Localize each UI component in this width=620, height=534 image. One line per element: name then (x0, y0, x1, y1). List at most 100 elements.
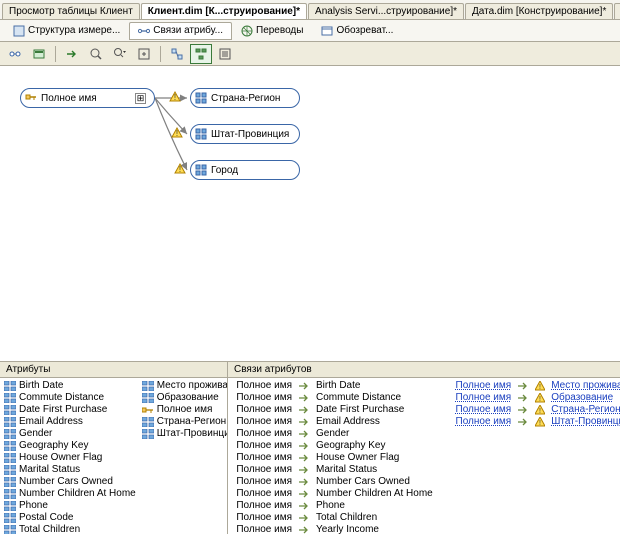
subtab-translations[interactable]: Переводы (232, 22, 312, 40)
svg-text:!: ! (539, 384, 541, 391)
doc-tab-4[interactable]: Adventure Wo...труирование]* (614, 3, 620, 19)
zoom-button[interactable] (85, 44, 107, 64)
relation-from: Полное имя (232, 404, 292, 415)
doc-tab-2[interactable]: Analysis Servi...струирование]* (308, 3, 464, 19)
attribute-item[interactable]: Полное имя (142, 404, 227, 416)
warning-icon: ! (535, 381, 545, 391)
relation-row[interactable]: Полное имяDate First Purchase (232, 404, 443, 416)
attribute-item[interactable]: Number Cars Owned (4, 476, 136, 488)
relation-icon (138, 25, 150, 37)
attribute-item[interactable]: Место проживания (142, 380, 227, 392)
relation-row[interactable]: Полное имяEmail Address (232, 416, 443, 428)
layout-button[interactable] (166, 44, 188, 64)
attribute-item[interactable]: Postal Code (4, 512, 136, 524)
relation-to: Commute Distance (316, 392, 443, 403)
subtab-browser[interactable]: Обозреват... (312, 22, 402, 40)
relation-row[interactable]: Полное имяMarital Status (232, 464, 443, 476)
subtab-attribute-relations[interactable]: Связи атрибу... (129, 22, 232, 40)
canvas-connectors: ! ! ! (0, 66, 620, 362)
show-list-button[interactable] (214, 44, 236, 64)
zoom-dropdown-button[interactable] (109, 44, 131, 64)
process-button[interactable] (28, 44, 50, 64)
arrow-icon (298, 514, 310, 522)
attribute-item[interactable]: Страна-Регион (142, 416, 227, 428)
new-relation-button[interactable] (4, 44, 26, 64)
node-city[interactable]: Город (190, 160, 300, 180)
attribute-icon (4, 429, 16, 439)
attribute-icon (4, 513, 16, 523)
relation-to: Yearly Income (316, 524, 443, 534)
attribute-label: Commute Distance (19, 392, 104, 403)
relation-row[interactable]: Полное имя!Штат-Провинция (451, 416, 620, 428)
attribute-item[interactable]: Birth Date (4, 380, 136, 392)
relation-from: Полное имя (232, 428, 292, 439)
arrow-icon (298, 442, 310, 450)
relation-row[interactable]: Полное имяBirth Date (232, 380, 443, 392)
relation-row[interactable]: Полное имяPhone (232, 500, 443, 512)
attribute-item[interactable]: Geography Key (4, 440, 136, 452)
arrow-icon (298, 502, 310, 510)
svg-text:!: ! (539, 396, 541, 403)
doc-tab-0[interactable]: Просмотр таблицы Клиент (2, 3, 140, 19)
attribute-label: Marital Status (19, 464, 80, 475)
node-state-province[interactable]: Штат-Провинция (190, 124, 300, 144)
attribute-item[interactable]: Number Children At Home (4, 488, 136, 500)
relation-row[interactable]: Полное имяNumber Cars Owned (232, 476, 443, 488)
attributes-pane-header: Атрибуты (0, 362, 227, 378)
relation-from: Полное имя (232, 440, 292, 451)
relation-row[interactable]: Полное имяNumber Children At Home (232, 488, 443, 500)
relation-from: Полное имя (232, 380, 292, 391)
arrow-icon (298, 466, 310, 474)
node-country-region[interactable]: Страна-Регион (190, 88, 300, 108)
attribute-icon (4, 381, 16, 391)
relation-row[interactable]: Полное имяCommute Distance (232, 392, 443, 404)
attribute-item[interactable]: Marital Status (4, 464, 136, 476)
attribute-label: House Owner Flag (19, 452, 102, 463)
relations-pane: Связи атрибутов Полное имяBirth DateПолн… (228, 362, 620, 534)
arrow-icon (298, 394, 310, 402)
subtab-structure[interactable]: Структура измере... (4, 22, 129, 40)
attribute-item[interactable]: Образование (142, 392, 227, 404)
attribute-label: Number Children At Home (19, 488, 136, 499)
attribute-label: Number Cars Owned (19, 476, 113, 487)
relation-row[interactable]: Полное имя!Образование (451, 392, 620, 404)
relation-row[interactable]: Полное имяTotal Children (232, 512, 443, 524)
relation-to: Gender (316, 428, 443, 439)
attribute-item[interactable]: Total Children (4, 524, 136, 534)
attribute-item[interactable]: Date First Purchase (4, 404, 136, 416)
attribute-icon (195, 128, 207, 140)
attribute-item[interactable]: Phone (4, 500, 136, 512)
attribute-item[interactable]: Email Address (4, 416, 136, 428)
relation-from: Полное имя (232, 512, 292, 523)
arrow-icon (298, 526, 310, 534)
node-full-name[interactable]: Полное имя ⊞ (20, 88, 155, 108)
relation-row[interactable]: Полное имя!Место проживания (451, 380, 620, 392)
relations-pane-body[interactable]: Полное имяBirth DateПолное имяCommute Di… (228, 378, 620, 534)
attribute-item[interactable]: Штат-Провинция (142, 428, 227, 440)
doc-tab-1[interactable]: Клиент.dim [К...струирование]* (141, 3, 307, 19)
designer-toolbar (0, 42, 620, 66)
relationship-canvas[interactable]: ! ! ! Полное имя ⊞ Страна-Регион Штат-Пр… (0, 66, 620, 362)
arrow-button[interactable] (61, 44, 83, 64)
arrange-shapes-button[interactable] (190, 44, 212, 64)
relation-from: Полное имя (232, 452, 292, 463)
doc-tab-3[interactable]: Дата.dim [Конструирование]* (465, 3, 613, 19)
browser-icon (321, 25, 333, 37)
attribute-item[interactable]: Commute Distance (4, 392, 136, 404)
attribute-item[interactable]: House Owner Flag (4, 452, 136, 464)
attributes-pane-body[interactable]: Birth DateCommute DistanceDate First Pur… (0, 378, 227, 534)
toolbar-separator-2 (160, 46, 161, 62)
expand-toggle-icon[interactable]: ⊞ (135, 93, 146, 104)
relation-row[interactable]: Полное имяYearly Income (232, 524, 443, 534)
relation-from: Полное имя (232, 464, 292, 475)
attribute-item[interactable]: Gender (4, 428, 136, 440)
svg-text:!: ! (539, 408, 541, 415)
relation-row[interactable]: Полное имяGeography Key (232, 440, 443, 452)
relation-row[interactable]: Полное имяHouse Owner Flag (232, 452, 443, 464)
relation-row[interactable]: Полное имя!Страна-Регион (451, 404, 620, 416)
attribute-label: Email Address (19, 416, 83, 427)
relation-row[interactable]: Полное имя Gender (232, 428, 443, 440)
expand-all-button[interactable] (133, 44, 155, 64)
attribute-icon (4, 441, 16, 451)
relation-to: Место проживания (551, 380, 620, 391)
